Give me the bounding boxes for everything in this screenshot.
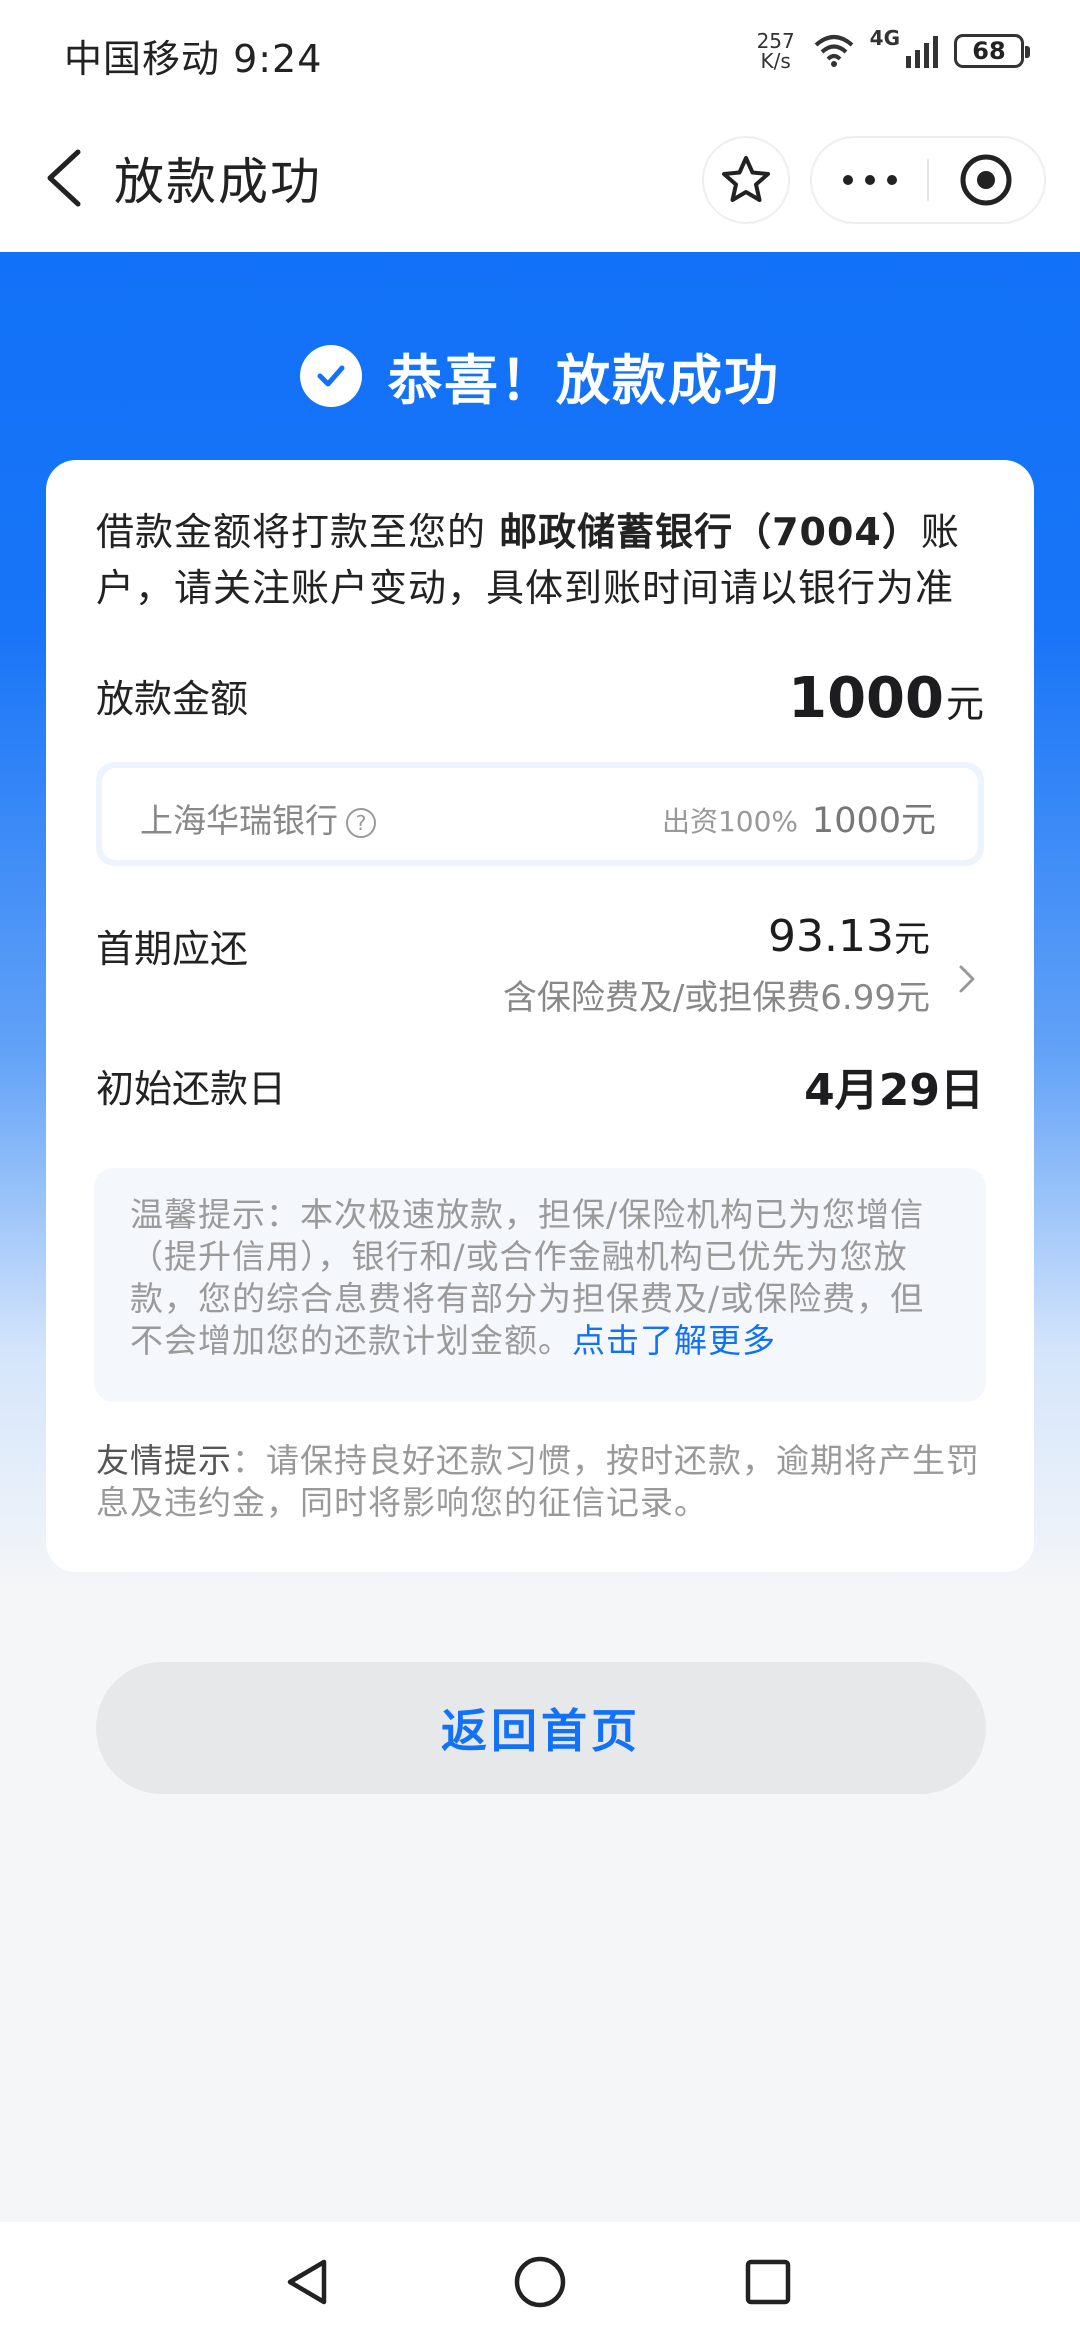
target-close-icon [960, 154, 1012, 206]
signal-icon [906, 36, 938, 68]
warm-tip-box: 温馨提示：本次极速放款，担保/保险机构已为您增信（提升信用），银行和/或合作金融… [94, 1168, 986, 1402]
funder-share: 出资100% [661, 805, 798, 838]
back-button[interactable] [36, 144, 96, 212]
loan-result-card: 借款金额将打款至您的 邮政储蓄银行（7004）账户，请关注账户变动，具体到账时间… [46, 460, 1034, 1572]
system-nav-bar [0, 2222, 1080, 2340]
favorite-button[interactable] [702, 136, 790, 224]
wifi-icon [814, 35, 853, 67]
miniapp-capsule [810, 136, 1046, 224]
status-icons: 257 K/s 4G 68 [754, 26, 1030, 76]
triangle-back-icon [287, 2259, 327, 2305]
start-date: 4月29日 [804, 1065, 984, 1116]
nav-back-button[interactable] [276, 2250, 340, 2314]
battery-icon: 68 [954, 34, 1030, 68]
close-miniapp-button[interactable] [929, 138, 1044, 222]
carrier-time: 中国移动 9:24 [64, 37, 323, 81]
nav-home-button[interactable] [508, 2250, 572, 2314]
net-speed: 257 K/s [756, 29, 795, 73]
start-date-label: 初始还款日 [96, 1067, 287, 1111]
first-repay-detail-button[interactable] [952, 954, 982, 1004]
warm-tip-text: 温馨提示：本次极速放款，担保/保险机构已为您增信（提升信用），银行和/或合作金融… [130, 1195, 925, 1360]
status-bar: 中国移动 9:24 257 K/s 4G 68 [0, 0, 1080, 104]
funder-amount: 1000元 [811, 801, 936, 841]
circle-home-icon [514, 2256, 566, 2308]
funder-name: 上海华瑞银行? [140, 794, 376, 842]
network-type: 4G [869, 26, 900, 50]
return-home-button[interactable]: 返回首页 [96, 1662, 986, 1794]
success-heading: 恭喜！放款成功 [0, 336, 1080, 415]
friendly-tip: 友情提示：请保持良好还款习惯，按时还款，逾期将产生罚息及违约金，同时将影响您的征… [96, 1441, 980, 1522]
learn-more-link[interactable]: 点击了解更多 [572, 1321, 776, 1360]
chevron-left-icon [47, 149, 81, 207]
loan-amount-label: 放款金额 [96, 677, 249, 721]
loan-amount: 1000元 [788, 666, 984, 731]
square-recents-icon [745, 2259, 791, 2305]
star-icon [722, 156, 770, 202]
chevron-right-icon [959, 965, 975, 993]
success-title: 恭喜！放款成功 [388, 349, 780, 412]
page-title: 放款成功 [114, 153, 322, 211]
check-icon [300, 344, 362, 407]
bank-account: 邮政储蓄银行（7004） [499, 510, 921, 554]
first-repay-fee: 含保险费及/或担保费6.99元 [502, 978, 930, 1018]
nav-recents-button[interactable] [736, 2250, 800, 2314]
help-icon[interactable]: ? [346, 807, 376, 838]
more-dots-icon [842, 175, 897, 185]
more-button[interactable] [812, 138, 927, 222]
first-repay-label: 首期应还 [96, 927, 249, 971]
payout-notice: 借款金额将打款至您的 邮政储蓄银行（7004）账户，请关注账户变动，具体到账时间… [96, 510, 960, 610]
funder-row: 上海华瑞银行? 出资100% 1000元 [96, 762, 984, 866]
first-repay-amount: 93.13元 [768, 911, 930, 962]
title-bar: 放款成功 [0, 104, 1080, 252]
